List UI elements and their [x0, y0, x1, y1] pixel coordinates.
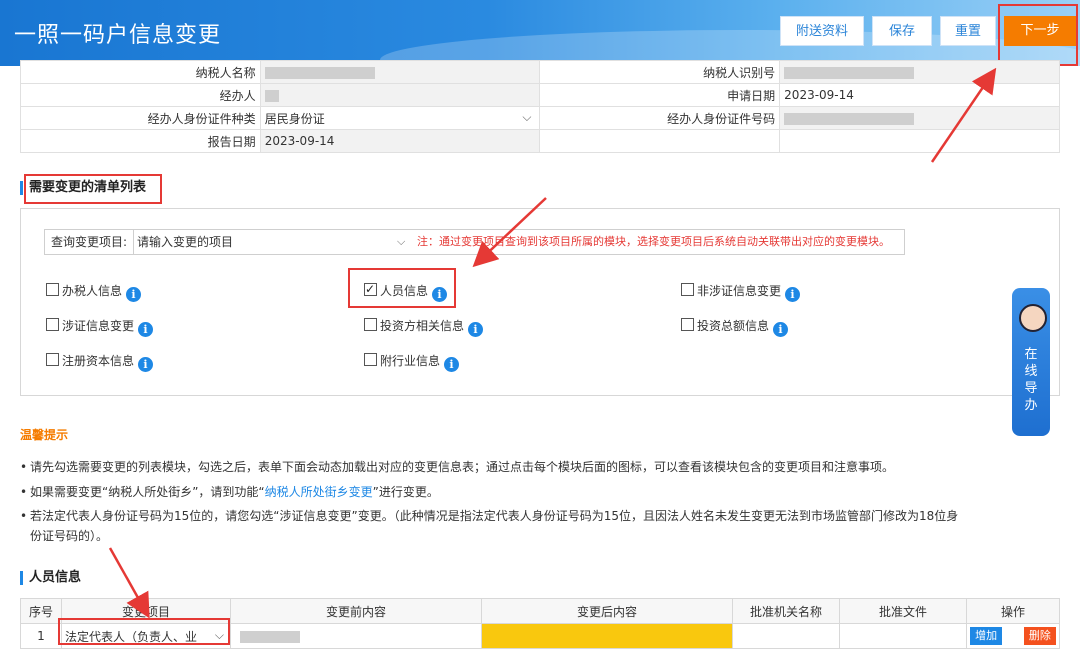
- taxpayer-name-value: [259, 60, 541, 84]
- chevron-down-icon[interactable]: ⌵: [397, 230, 405, 254]
- query-change-item[interactable]: 查询变更项目: 请输入变更的项目 ⌵ 注：通过变更项目查询到该项目所属的模块，选…: [44, 229, 905, 255]
- taxpayer-info-table: 纳税人名称 纳税人识别号 经办人 申请日期 2023-09-14 经办人身份证件…: [20, 60, 1060, 153]
- col-header: 序号: [20, 598, 62, 624]
- taxpayer-name-label: 纳税人名称: [20, 60, 261, 84]
- checkbox-icon[interactable]: [46, 318, 59, 331]
- highlight-change-item: [58, 618, 230, 645]
- checkbox-sub-industry[interactable]: 附行业信息 i: [364, 352, 460, 372]
- checkbox-label: 办税人信息: [62, 284, 123, 298]
- widget-char: 导: [1024, 381, 1038, 396]
- taxpayer-id-label: 纳税人识别号: [539, 60, 781, 84]
- checkbox-label: 注册资本信息: [62, 354, 135, 368]
- info-icon[interactable]: i: [773, 322, 789, 337]
- widget-char: 办: [1024, 398, 1038, 413]
- tips-title: 温馨提示: [20, 428, 69, 442]
- checkbox-registered-capital[interactable]: 注册资本信息 i: [46, 352, 154, 372]
- checkbox-taxhandler-info[interactable]: 办税人信息 i: [46, 282, 142, 302]
- page-title: 一照一码户信息变更: [14, 23, 222, 48]
- attach-materials-button[interactable]: 附送资料: [780, 16, 864, 46]
- reset-button[interactable]: 重置: [940, 16, 996, 46]
- highlight-next-button: [998, 4, 1078, 66]
- redacted-value: [240, 630, 300, 643]
- checkbox-icon[interactable]: [46, 283, 59, 296]
- apply-date-value: 2023-09-14: [779, 83, 1060, 107]
- checkbox-label: 涉证信息变更: [62, 319, 135, 333]
- highlight-change-list-title: [24, 174, 162, 204]
- info-icon[interactable]: i: [138, 322, 154, 337]
- checkbox-icon[interactable]: [46, 353, 59, 366]
- info-icon[interactable]: i: [444, 357, 460, 372]
- delete-row-button[interactable]: 删除: [1023, 627, 1056, 645]
- id-number-input[interactable]: [779, 106, 1060, 130]
- add-row-button[interactable]: 增加: [970, 627, 1003, 645]
- empty-cell: [779, 129, 1060, 153]
- street-change-link[interactable]: 纳税人所处街乡变更: [265, 485, 373, 499]
- highlight-personnel-checkbox: [348, 268, 456, 308]
- redacted-value: [784, 112, 915, 125]
- redacted-value: [264, 89, 279, 102]
- query-note: 注：通过变更项目查询到该项目所属的模块，选择变更项目后系统自动关联带出对应的变更…: [417, 235, 890, 248]
- checkbox-icon[interactable]: [681, 318, 694, 331]
- id-type-value: 居民身份证: [264, 111, 325, 126]
- assistant-avatar-icon: [1019, 304, 1047, 332]
- col-header: 批准机关名称: [732, 598, 840, 624]
- id-type-label: 经办人身份证件种类: [20, 106, 261, 130]
- checkbox-label: 投资方相关信息: [380, 319, 465, 333]
- widget-char: 线: [1024, 364, 1038, 379]
- query-input[interactable]: 请输入变更的项目: [137, 230, 407, 254]
- col-header: 操作: [966, 598, 1060, 624]
- checkbox-label: 附行业信息: [380, 354, 441, 368]
- online-guide-widget[interactable]: 在 线 导 办: [1012, 288, 1050, 436]
- col-header: 变更前内容: [230, 598, 482, 624]
- tip-text: 份证号码的）。: [30, 529, 109, 543]
- tip-text: ”进行变更。: [372, 485, 439, 499]
- id-number-label: 经办人身份证件号码: [539, 106, 781, 130]
- checkbox-label: 投资总额信息: [697, 319, 770, 333]
- redacted-value: [264, 66, 375, 79]
- online-guide-label: 在 线 导 办: [1012, 346, 1050, 414]
- tip-text: 请先勾选需要变更的列表模块，勾选之后，表单下面会动态加载出对应的变更信息表；通过…: [30, 460, 895, 474]
- tip-line-3: • 若法定代表人身份证号码为15位的，请您勾选“涉证信息变更”变更。（此种情况是指…: [20, 509, 959, 543]
- apply-date-label: 申请日期: [539, 83, 781, 107]
- report-date-label: 报告日期: [20, 129, 261, 153]
- checkbox-investment-total[interactable]: 投资总额信息 i: [681, 317, 789, 337]
- info-icon[interactable]: i: [468, 322, 484, 337]
- info-icon[interactable]: i: [126, 287, 142, 302]
- checkbox-icon[interactable]: [364, 318, 377, 331]
- id-type-select[interactable]: 居民身份证 ⌵: [259, 106, 541, 130]
- checkbox-icon[interactable]: [364, 353, 377, 366]
- checkbox-cert-change[interactable]: 涉证信息变更 i: [46, 317, 154, 337]
- handler-value: [259, 83, 541, 107]
- save-button[interactable]: 保存: [872, 16, 932, 46]
- empty-cell: [539, 129, 780, 153]
- info-icon[interactable]: i: [785, 287, 801, 302]
- checkbox-icon[interactable]: [681, 283, 694, 296]
- checkbox-non-cert-change[interactable]: 非涉证信息变更 i: [681, 282, 801, 302]
- tip-text: 若法定代表人身份证号码为15位的，请您勾选“涉证信息变更”变更。（此种情况是指法…: [30, 509, 959, 523]
- info-icon[interactable]: i: [138, 357, 154, 372]
- chevron-down-icon: ⌵: [522, 109, 532, 124]
- personnel-section-title: 人员信息: [20, 571, 81, 585]
- tip-line-2: • 如果需要变更“纳税人所处街乡”，请到功能“纳税人所处街乡变更”进行变更。: [20, 485, 439, 499]
- widget-char: 在: [1024, 347, 1038, 362]
- report-date-value: 2023-09-14: [259, 129, 541, 153]
- checkbox-investor-info[interactable]: 投资方相关信息 i: [364, 317, 484, 337]
- redacted-value: [784, 66, 915, 79]
- handler-label: 经办人: [20, 83, 261, 107]
- taxpayer-id-value: [779, 60, 1060, 84]
- tip-line-1: • 请先勾选需要变更的列表模块，勾选之后，表单下面会动态加载出对应的变更信息表；通…: [20, 460, 895, 474]
- col-header: 变更后内容: [481, 598, 733, 624]
- tip-text: 如果需要变更“纳税人所处街乡”，请到功能“: [30, 485, 265, 499]
- query-label: 查询变更项目:: [45, 230, 134, 254]
- page-header: 一照一码户信息变更 附送资料 保存 重置 下一步: [0, 0, 1080, 66]
- col-header: 批准文件: [839, 598, 967, 624]
- checkbox-label: 非涉证信息变更: [697, 284, 782, 298]
